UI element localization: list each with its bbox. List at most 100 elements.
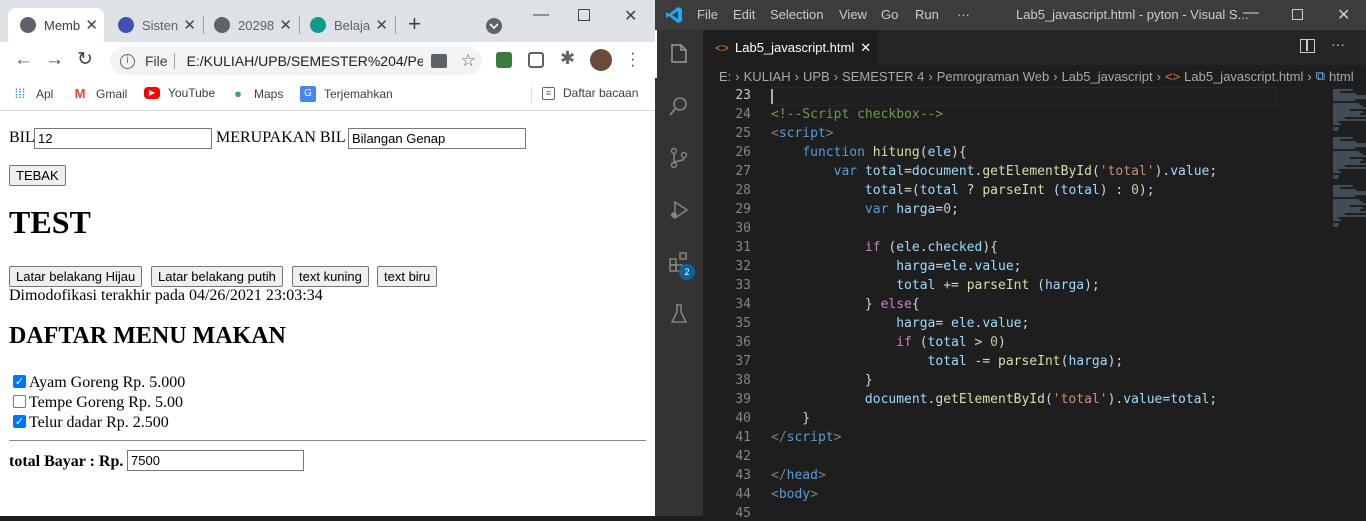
code-token: total [864,183,905,198]
code-token: harga [1044,278,1085,293]
testing-flask-icon[interactable] [655,290,703,338]
bookmark-youtube[interactable]: ▶ YouTube [144,86,215,100]
extension-cube-icon[interactable] [528,52,544,68]
menu-go[interactable]: Go [881,7,898,22]
minimap[interactable] [1331,87,1366,227]
editor-tab-active[interactable]: <> Lab5_javascript.html ✕ [703,30,878,65]
code-editor[interactable]: 23 24 <!--Script checkbox--> 25 <script> 26 f… [703,87,1366,521]
breadcrumb-item[interactable]: Pemrograman Web [937,69,1049,84]
code-token: =( [904,183,920,198]
explorer-icon[interactable] [655,30,703,78]
address-bar[interactable]: i File E:/KULIAH/UPB/SEMESTER%204/Pe... … [110,47,482,75]
bg-white-button[interactable]: Latar belakang putih [151,266,283,287]
tab-search-button[interactable] [486,18,502,34]
bookmark-apps[interactable]: ⁞⁞⁞ Apl [12,86,54,102]
puzzle-icon[interactable]: ✱ [560,48,575,69]
close-tab-icon[interactable]: ✕ [183,16,196,34]
tab-title: Sisten [142,17,179,33]
maximize-button[interactable] [1292,9,1303,20]
bil-input[interactable] [34,128,212,149]
menu-selection[interactable]: Selection [770,7,823,22]
breadcrumb-item[interactable]: Lab5_javascript [1062,69,1153,84]
code-token: ); [1138,183,1155,198]
ayam-checkbox[interactable]: ✓ [13,375,26,388]
menu-kebab-icon[interactable]: · · · [630,46,635,74]
split-editor-icon[interactable] [1300,39,1315,53]
minimize-button[interactable]: ― [1243,4,1259,22]
bookmark-gmail[interactable]: M Gmail [72,86,128,102]
last-modified-text: Dimodofikasi terakhir pada 04/26/2021 23… [9,287,323,304]
run-debug-icon[interactable] [655,186,703,234]
chevron-right-icon: › [928,68,933,84]
menu-run[interactable]: Run [915,7,939,22]
back-button[interactable]: ← [14,50,33,70]
tebak-button[interactable]: TEBAK [9,165,66,186]
total-input[interactable] [127,450,304,471]
code-token: getElementById [935,392,1045,407]
forward-button[interactable]: → [45,50,64,70]
reading-list[interactable]: ≡ Daftar bacaan [542,86,638,100]
source-control-icon[interactable] [655,134,703,182]
close-tab-icon[interactable]: ✕ [279,16,292,34]
avatar[interactable] [590,49,612,71]
close-tab-icon[interactable]: ✕ [85,16,98,34]
code-token: total [1170,392,1210,407]
maximize-button[interactable] [578,9,590,21]
close-window-button[interactable]: ✕ [624,6,637,26]
text-blue-button[interactable]: text biru [377,266,438,287]
minimize-button[interactable]: ― [533,6,549,24]
extensions-icon[interactable]: 2 [655,238,703,286]
reload-button[interactable]: ↻ [77,50,93,70]
more-actions-icon[interactable]: ··· [1331,36,1345,52]
browser-tab-1[interactable]: Memb ✕ [8,8,104,42]
breadcrumb-item[interactable]: UPB [803,69,830,84]
vscode-titlebar: File Edit Selection View Go Run ··· Lab5… [655,0,1366,30]
text-yellow-button[interactable]: text kuning [292,266,369,287]
code-line: var harga=0; [771,202,959,217]
new-tab-button[interactable]: + [408,12,421,36]
bookmark-star-icon[interactable]: ☆ [461,51,476,71]
breadcrumb-item[interactable]: html [1329,69,1354,84]
breadcrumb-item[interactable]: Lab5_javascript.html [1184,69,1303,84]
menu-edit[interactable]: Edit [733,7,755,22]
code-token: < [771,126,779,141]
translate-icon[interactable] [430,54,447,68]
code-token: ( [919,145,928,160]
search-icon[interactable] [655,82,703,130]
minimap-line [1333,177,1339,179]
result-input[interactable] [348,128,526,149]
breadcrumb-item[interactable]: SEMESTER 4 [842,69,924,84]
menu-view[interactable]: View [839,7,867,22]
breadcrumb-item[interactable]: KULIAH [744,69,791,84]
code-token: += [935,278,967,293]
code-line: <script> [771,126,834,141]
bookmarks-divider [531,87,532,103]
bookmark-maps[interactable]: ● Maps [230,86,283,102]
tempe-checkbox[interactable] [13,395,26,408]
breadcrumb-item[interactable]: E: [719,69,731,84]
bookmark-translate[interactable]: G Terjemahkan [300,86,393,102]
close-tab-icon[interactable]: ✕ [375,16,388,34]
info-icon[interactable]: i [120,53,135,69]
bg-green-button[interactable]: Latar belakang Hijau [9,266,143,287]
code-token: . [966,259,975,274]
code-token: 'total' [1052,392,1108,407]
telur-label: Telur dadar Rp. 2.500 [29,414,169,431]
extension-icon[interactable] [496,52,512,68]
telur-checkbox[interactable]: ✓ [13,415,26,428]
menu-more[interactable]: ··· [957,7,970,22]
close-tab-icon[interactable]: ✕ [860,40,871,56]
code-line: function hitung(ele){ [771,145,966,160]
browser-tab-3[interactable]: 20298 ✕ [202,8,298,42]
browser-tab-2[interactable]: Sisten ✕ [106,8,202,42]
code-token: = [935,316,952,331]
chevron-right-icon: › [1307,68,1312,84]
code-token: else [880,297,912,312]
code-token: total [896,278,936,293]
browser-tab-4[interactable]: Belaja ✕ [298,8,394,42]
merupakan-label: MERUPAKAN BIL [216,129,346,146]
menu-file[interactable]: File [697,7,718,22]
close-window-button[interactable]: ✕ [1337,5,1350,25]
